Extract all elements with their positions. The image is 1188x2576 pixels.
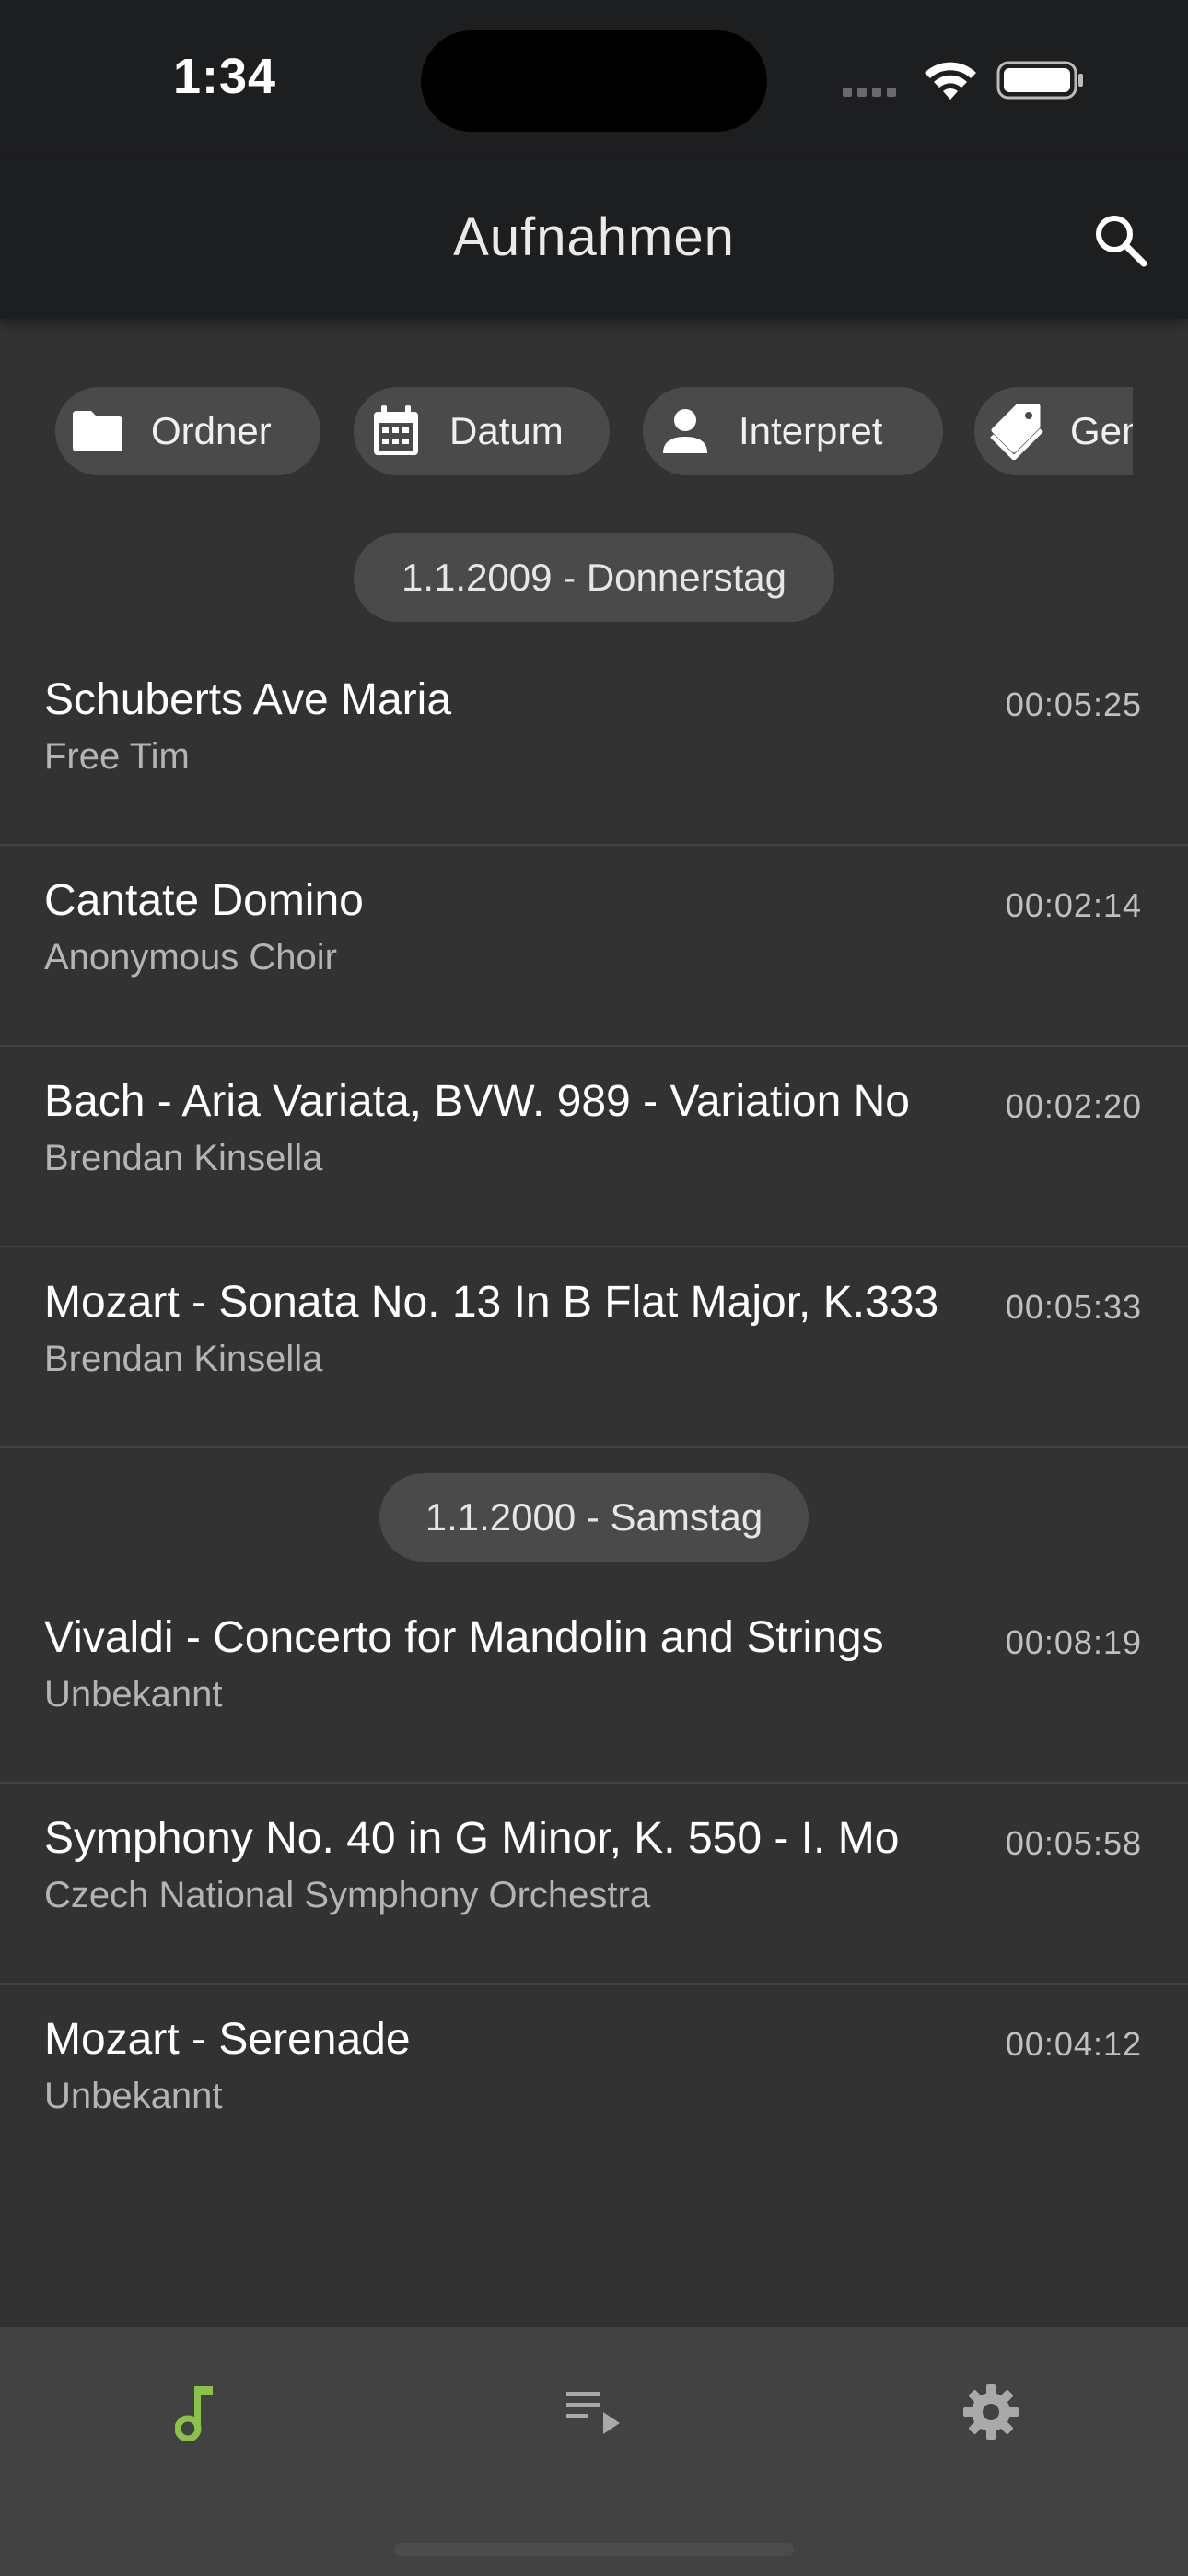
home-indicator: [394, 2543, 794, 2556]
track-duration: 00:02:14: [1005, 886, 1142, 924]
filter-chip-label: Ordner: [151, 409, 272, 452]
track-artist: Unbekannt: [44, 2076, 223, 2116]
track-duration: 00:05:58: [1005, 1824, 1142, 1862]
nav-recordings[interactable]: [160, 2375, 234, 2449]
battery-icon: [996, 61, 1083, 100]
track-artist: Brendan Kinsella: [44, 1339, 323, 1379]
wifi-icon: [925, 62, 976, 100]
list-item[interactable]: Mozart - Sonata No. 13 In B Flat Major, …: [0, 1247, 1188, 1448]
playlist-play-icon: [566, 2392, 620, 2434]
track-artist: Anonymous Choir: [44, 937, 337, 978]
filter-chip-label: Datum: [449, 409, 564, 452]
filter-chip-genre[interactable]: Genre: [974, 387, 1133, 475]
dynamic-island: [421, 30, 767, 132]
music-note-icon: [175, 2386, 213, 2441]
track-title: Bach - Aria Variata, BVW. 989 - Variatio…: [44, 1077, 910, 1126]
list-item[interactable]: Cantate Domino Anonymous Choir 00:02:14: [0, 846, 1188, 1047]
date-group-header: 1.1.2000 - Samstag: [379, 1473, 809, 1562]
list-item[interactable]: Schuberts Ave Maria Free Tim 00:05:25: [0, 645, 1188, 846]
cellular-signal-icon: [843, 85, 902, 101]
search-icon[interactable]: [1089, 208, 1155, 275]
filter-chip-datum[interactable]: Datum: [354, 387, 610, 475]
nav-playlist[interactable]: [557, 2375, 631, 2449]
tag-icon: [989, 404, 1044, 460]
folder-icon: [70, 404, 125, 459]
page-title: Aufnahmen: [453, 207, 735, 267]
list-item[interactable]: Symphony No. 40 in G Minor, K. 550 - I. …: [0, 1784, 1188, 1985]
gear-icon: [963, 2384, 1019, 2440]
track-duration: 00:05:33: [1005, 1288, 1142, 1326]
nav-settings[interactable]: [954, 2375, 1028, 2449]
track-title: Schuberts Ave Maria: [44, 675, 452, 724]
person-icon: [658, 404, 713, 459]
track-title: Vivaldi - Concerto for Mandolin and Stri…: [44, 1613, 884, 1662]
filter-chip-row: Ordner Datum Interpret Gen: [0, 387, 1133, 475]
status-time: 1:34: [173, 49, 277, 104]
track-artist: Czech National Symphony Orchestra: [44, 1875, 651, 1915]
track-artist: Brendan Kinsella: [44, 1138, 323, 1178]
track-duration: 00:02:20: [1005, 1087, 1142, 1125]
list-item[interactable]: Vivaldi - Concerto for Mandolin and Stri…: [0, 1583, 1188, 1784]
filter-chip-ordner[interactable]: Ordner: [55, 387, 320, 475]
track-duration: 00:04:12: [1005, 2025, 1142, 2063]
calendar-icon: [368, 404, 424, 459]
list-item[interactable]: Mozart - Serenade Unbekannt 00:04:12: [0, 1985, 1188, 2185]
filter-chip-label: Interpret: [739, 409, 883, 452]
list-item[interactable]: Bach - Aria Variata, BVW. 989 - Variatio…: [0, 1047, 1188, 1247]
status-bar: 1:34: [0, 0, 1188, 157]
filter-chip-label: Genre: [1070, 409, 1133, 452]
date-group-header: 1.1.2009 - Donnerstag: [354, 533, 834, 622]
track-title: Mozart - Serenade: [44, 2015, 411, 2064]
bottom-navigation: [0, 2327, 1188, 2576]
filter-chip-interpret[interactable]: Interpret: [643, 387, 943, 475]
app-bar: Aufnahmen: [0, 157, 1188, 319]
track-duration: 00:08:19: [1005, 1623, 1142, 1661]
track-artist: Unbekannt: [44, 1674, 223, 1715]
track-duration: 00:05:25: [1005, 685, 1142, 723]
track-title: Cantate Domino: [44, 876, 364, 925]
track-title: Mozart - Sonata No. 13 In B Flat Major, …: [44, 1278, 939, 1327]
track-artist: Free Tim: [44, 736, 190, 777]
track-title: Symphony No. 40 in G Minor, K. 550 - I. …: [44, 1814, 900, 1863]
